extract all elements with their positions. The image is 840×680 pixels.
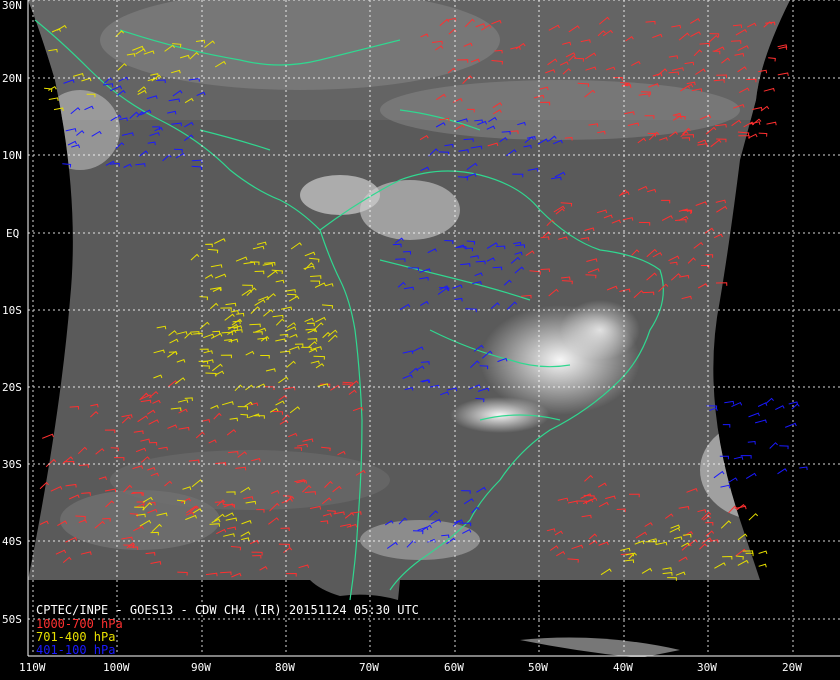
lat-label-20n: 20N	[2, 72, 22, 85]
legend-mid-level: 701-400 hPa	[36, 630, 116, 644]
lon-label-70w: 70W	[359, 661, 379, 674]
lat-label-40s: 40S	[2, 535, 22, 548]
lon-label-30w: 30W	[697, 661, 717, 674]
lat-label-50s: 50S	[2, 613, 22, 626]
lon-label-100w: 100W	[103, 661, 130, 674]
legend-high-level: 401-100 hPa	[36, 643, 116, 657]
lat-label-30n: 30N	[2, 0, 22, 12]
lat-label-20s: 20S	[2, 381, 22, 394]
lon-label-20w: 20W	[782, 661, 802, 674]
lon-label-50w: 50W	[528, 661, 548, 674]
satellite-wind-map: 30N 20N 10N EQ 10S 20S 30S 40S 50S 110W …	[0, 0, 840, 680]
lon-label-80w: 80W	[275, 661, 295, 674]
lat-label-eq: EQ	[6, 227, 19, 240]
legend-low-level: 1000-700 hPa	[36, 617, 123, 631]
map-title: CPTEC/INPE - GOES13 - CDW CH4 (IR) 20151…	[36, 603, 419, 617]
lon-label-40w: 40W	[613, 661, 633, 674]
lat-label-10s: 10S	[2, 304, 22, 317]
lon-label-90w: 90W	[191, 661, 211, 674]
lat-label-10n: 10N	[2, 149, 22, 162]
lat-label-30s: 30S	[2, 458, 22, 471]
lon-label-110w: 110W	[19, 661, 46, 674]
lon-label-60w: 60W	[444, 661, 464, 674]
